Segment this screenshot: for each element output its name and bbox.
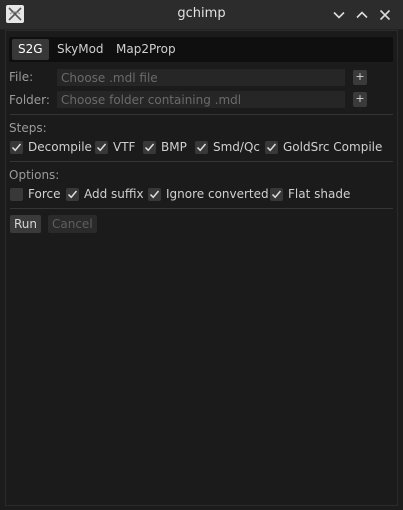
checkbox-checked-icon (10, 140, 23, 154)
folder-browse-button[interactable]: + (353, 92, 367, 107)
checkbox-checked-icon (270, 187, 283, 201)
tab-bar: S2G SkyMod Map2Prop (9, 37, 393, 62)
cancel-button: Cancel (48, 215, 97, 233)
tab-skymod[interactable]: SkyMod (51, 39, 110, 60)
checkbox-checked-icon (95, 140, 108, 154)
file-browse-button[interactable]: + (353, 70, 367, 85)
checkbox-unchecked-icon (10, 187, 23, 201)
main-panel: S2G SkyMod Map2Prop File: + Folder: + St… (5, 30, 398, 506)
step-bmp-label: BMP (161, 140, 187, 154)
tab-s2g[interactable]: S2G (12, 39, 49, 60)
separator (10, 114, 393, 115)
option-flat-shade-checkbox[interactable]: Flat shade (270, 186, 350, 202)
option-ignore-converted-checkbox[interactable]: Ignore converted (148, 186, 269, 202)
minimize-button[interactable] (328, 4, 350, 26)
chevron-down-icon (332, 8, 346, 22)
file-label: File: (9, 70, 34, 84)
folder-label: Folder: (9, 93, 50, 107)
chevron-up-icon (355, 8, 369, 22)
step-smd-qc-label: Smd/Qc (213, 140, 261, 154)
tab-map2prop[interactable]: Map2Prop (110, 39, 182, 60)
option-add-suffix-label: Add suffix (84, 187, 144, 201)
steps-label: Steps: (9, 121, 47, 135)
step-smd-qc-checkbox[interactable]: Smd/Qc (195, 139, 260, 155)
run-button[interactable]: Run (10, 215, 42, 233)
step-decompile-label: Decompile (28, 140, 92, 154)
option-force-checkbox[interactable]: Force (10, 186, 60, 202)
gchimp-app-icon (6, 5, 24, 23)
checkbox-checked-icon (66, 187, 79, 201)
title-bar[interactable]: gchimp (0, 0, 403, 30)
options-label: Options: (9, 168, 60, 182)
checkbox-checked-icon (148, 187, 161, 201)
step-vtf-checkbox[interactable]: VTF (95, 139, 135, 155)
step-decompile-checkbox[interactable]: Decompile (10, 139, 92, 155)
maximize-button[interactable] (351, 4, 373, 26)
option-force-label: Force (28, 187, 61, 201)
close-icon (378, 8, 392, 22)
folder-path-input[interactable] (57, 91, 345, 108)
checkbox-checked-icon (265, 140, 278, 154)
separator (10, 208, 393, 209)
step-bmp-checkbox[interactable]: BMP (143, 139, 187, 155)
option-ignore-converted-label: Ignore converted (166, 187, 269, 201)
checkbox-checked-icon (195, 140, 208, 154)
checkbox-checked-icon (143, 140, 156, 154)
step-goldsrc-compile-label: GoldSrc Compile (283, 140, 383, 154)
option-flat-shade-label: Flat shade (288, 187, 351, 201)
close-button[interactable] (374, 4, 396, 26)
option-add-suffix-checkbox[interactable]: Add suffix (66, 186, 144, 202)
step-vtf-label: VTF (113, 140, 136, 154)
step-goldsrc-compile-checkbox[interactable]: GoldSrc Compile (265, 139, 382, 155)
separator (10, 161, 393, 162)
file-path-input[interactable] (57, 69, 345, 86)
